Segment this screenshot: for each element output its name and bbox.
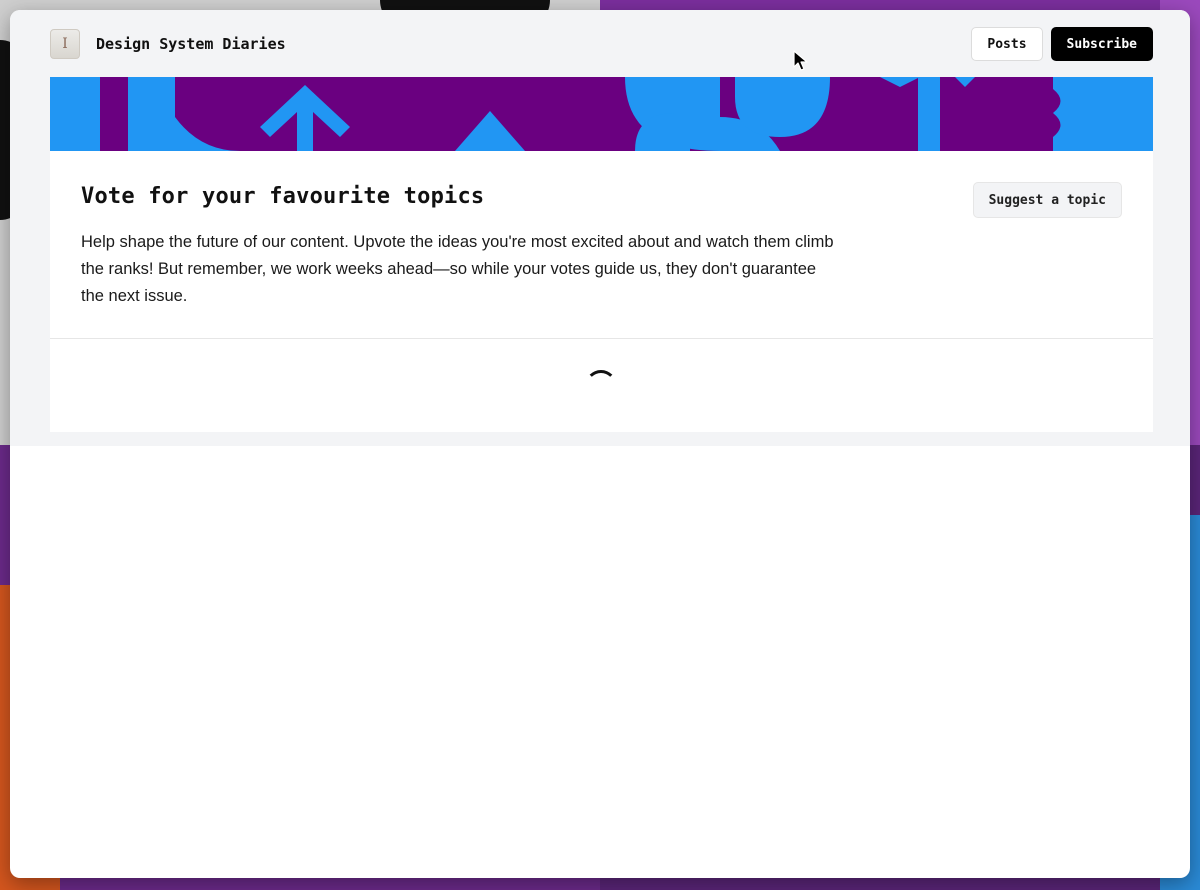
- loading-spinner-icon: [585, 370, 617, 402]
- site-logo-icon[interactable]: I: [50, 29, 80, 59]
- mouse-pointer-icon: [793, 50, 808, 71]
- topics-card: Vote for your favourite topics Help shap…: [50, 151, 1153, 432]
- decorative-banner: [50, 77, 1153, 151]
- page-title: Vote for your favourite topics: [81, 184, 485, 209]
- posts-button[interactable]: Posts: [971, 27, 1043, 61]
- browser-window: I Design System Diaries Posts Subscribe: [10, 10, 1190, 878]
- site-header: I Design System Diaries Posts Subscribe: [50, 26, 1153, 62]
- banner-pattern: [50, 77, 1153, 151]
- site-title[interactable]: Design System Diaries: [96, 35, 286, 53]
- page-top-area: I Design System Diaries Posts Subscribe: [10, 10, 1190, 446]
- header-actions: Posts Subscribe: [971, 27, 1153, 61]
- topics-card-header: Vote for your favourite topics Help shap…: [50, 151, 1153, 339]
- topics-description: Help shape the future of our content. Up…: [81, 233, 834, 305]
- suggest-topic-button[interactable]: Suggest a topic: [972, 182, 1122, 218]
- subscribe-button[interactable]: Subscribe: [1050, 27, 1153, 61]
